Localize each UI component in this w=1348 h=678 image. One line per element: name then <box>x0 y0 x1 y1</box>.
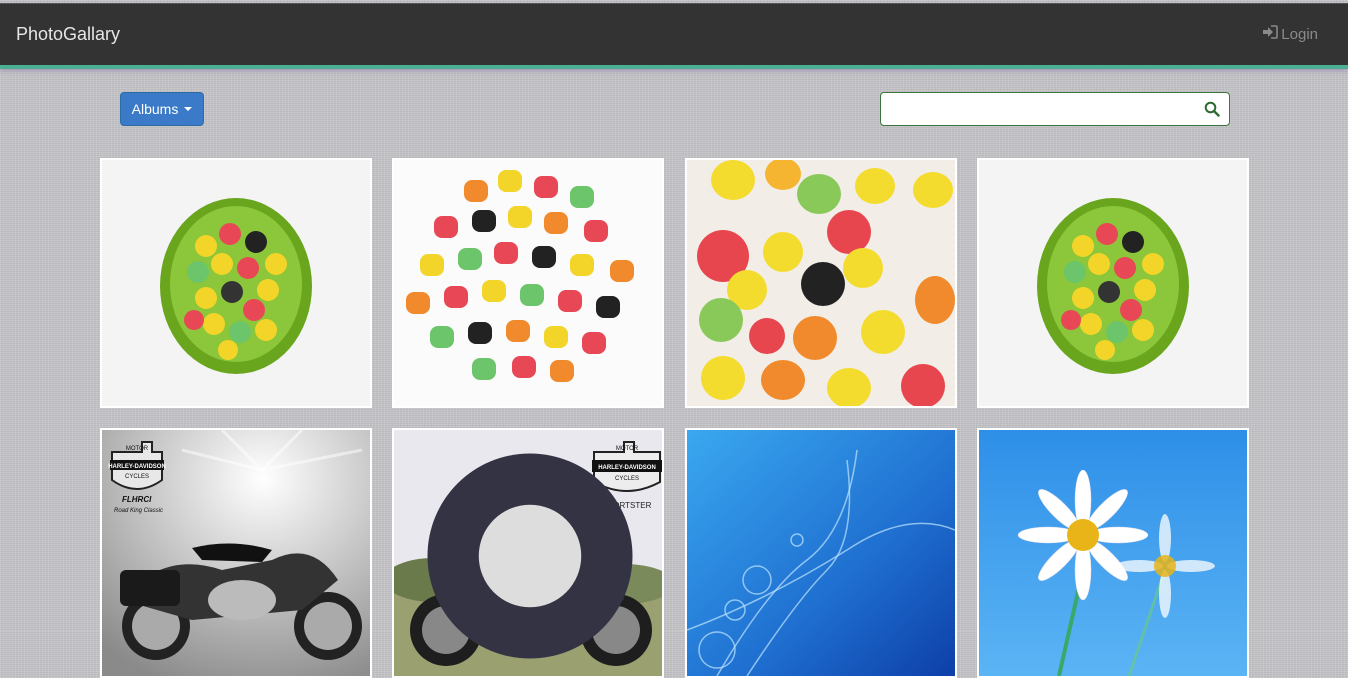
navbar: PhotoGallary Login <box>0 3 1348 69</box>
photo-daisy-flowers <box>979 430 1247 676</box>
watermark-icon <box>646 165 658 177</box>
photo-thumbnail[interactable] <box>685 158 957 408</box>
albums-label: Albums <box>131 101 179 117</box>
photo-thumbnail[interactable] <box>100 158 372 408</box>
photo-thumbnail[interactable] <box>685 428 957 678</box>
photo-thumbnail[interactable]: MOTOR HARLEY-DAVIDSON CYCLES SPORTSTER <box>392 428 664 678</box>
search-icon[interactable] <box>1204 101 1220 122</box>
photo-harley-davidson-road-king: MOTOR HARLEY-DAVIDSON CYCLES FLHRCI Road… <box>102 430 370 676</box>
photo-blue-abstract-wallpaper <box>687 430 955 676</box>
logo-text-top: MOTOR <box>126 446 149 452</box>
photo-sugared-gumdrops-closeup <box>687 160 955 406</box>
login-label: Login <box>1281 25 1318 43</box>
watermark-icon <box>939 165 951 177</box>
logo-text-mid: HARLEY-DAVIDSON <box>108 464 166 470</box>
photo-thumbnail[interactable] <box>977 158 1249 408</box>
photo-bowl-of-gumdrops <box>979 160 1247 406</box>
photo-thumbnail[interactable] <box>977 428 1249 678</box>
sign-in-icon <box>1262 25 1279 43</box>
photo-thumbnail[interactable] <box>392 158 664 408</box>
albums-dropdown-button[interactable]: Albums <box>120 92 204 126</box>
watermark-icon <box>1231 165 1243 177</box>
logo-text-bottom: CYCLES <box>125 474 149 480</box>
watermark-icon <box>354 433 366 445</box>
search-box <box>880 92 1230 126</box>
login-link[interactable]: Login <box>1262 25 1318 43</box>
photo-bowl-of-gumdrops <box>102 160 370 406</box>
photo-thumbnail[interactable]: MOTOR HARLEY-DAVIDSON CYCLES FLHRCI Road… <box>100 428 372 678</box>
model-subcaption: Road King Classic <box>114 508 163 514</box>
search-input[interactable] <box>889 93 1193 125</box>
brand-link[interactable]: PhotoGallary <box>16 24 120 45</box>
watermark-icon <box>396 433 633 659</box>
caret-down-icon <box>184 107 193 111</box>
photo-pile-of-gumdrops <box>394 160 662 406</box>
model-caption: FLHRCI <box>122 495 152 504</box>
watermark-icon <box>354 165 366 177</box>
